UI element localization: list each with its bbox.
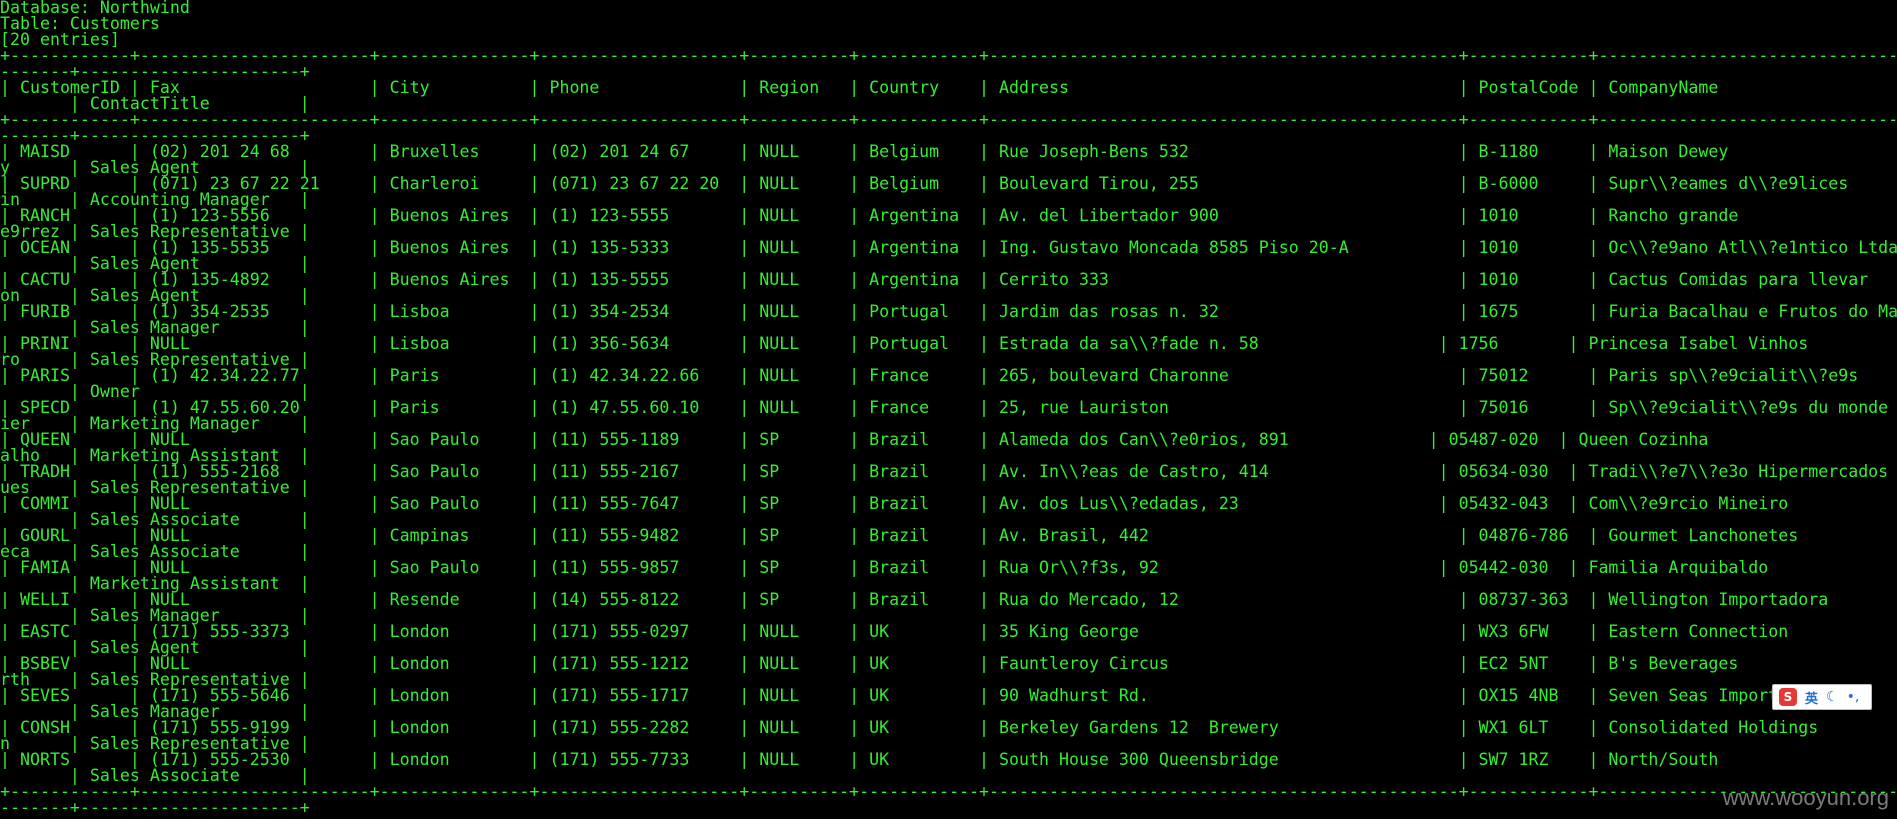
moon-icon[interactable]: ☾ xyxy=(1826,689,1839,705)
watermark: www.wooyun.org xyxy=(1722,785,1889,810)
terminal-line: Table: Customers xyxy=(0,14,160,33)
punctuation-icon[interactable]: •, xyxy=(1847,689,1860,705)
terminal-line: -------+----------------------+ xyxy=(0,798,310,817)
ime-language-mode[interactable]: 英 xyxy=(1805,688,1818,707)
terminal-window[interactable]: Database: Northwind Table: Customers [20 e… xyxy=(0,0,1897,819)
sogou-logo-icon[interactable]: S xyxy=(1779,688,1797,706)
terminal-line: Database: Northwind xyxy=(0,0,190,17)
ime-toolbar[interactable]: S 英 ☾ •, xyxy=(1772,684,1872,710)
